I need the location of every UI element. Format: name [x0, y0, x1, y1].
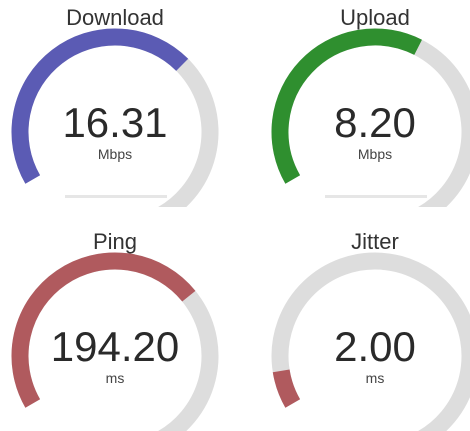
upload-title: Upload — [340, 5, 410, 30]
ping-gauge: Ping 194.20 ms — [0, 224, 230, 431]
ping-value: 194.20 — [50, 323, 180, 370]
download-title: Download — [66, 5, 164, 30]
upload-value: 8.20 — [334, 99, 416, 146]
download-gauge: Download 16.31 Mbps — [0, 0, 230, 207]
upload-divider — [325, 195, 427, 198]
jitter-value: 2.00 — [334, 323, 416, 370]
download-value: 16.31 — [62, 99, 168, 146]
download-divider — [65, 195, 167, 198]
download-unit: Mbps — [97, 146, 133, 162]
ping-title: Ping — [92, 229, 138, 254]
jitter-gauge: Jitter 2.00 ms — [260, 224, 470, 431]
upload-unit: Mbps — [357, 146, 393, 162]
jitter-unit: ms — [365, 370, 385, 386]
ping-unit: ms — [105, 370, 125, 386]
jitter-title: Jitter — [351, 229, 399, 254]
upload-gauge: Upload 8.20 Mbps — [260, 0, 470, 207]
